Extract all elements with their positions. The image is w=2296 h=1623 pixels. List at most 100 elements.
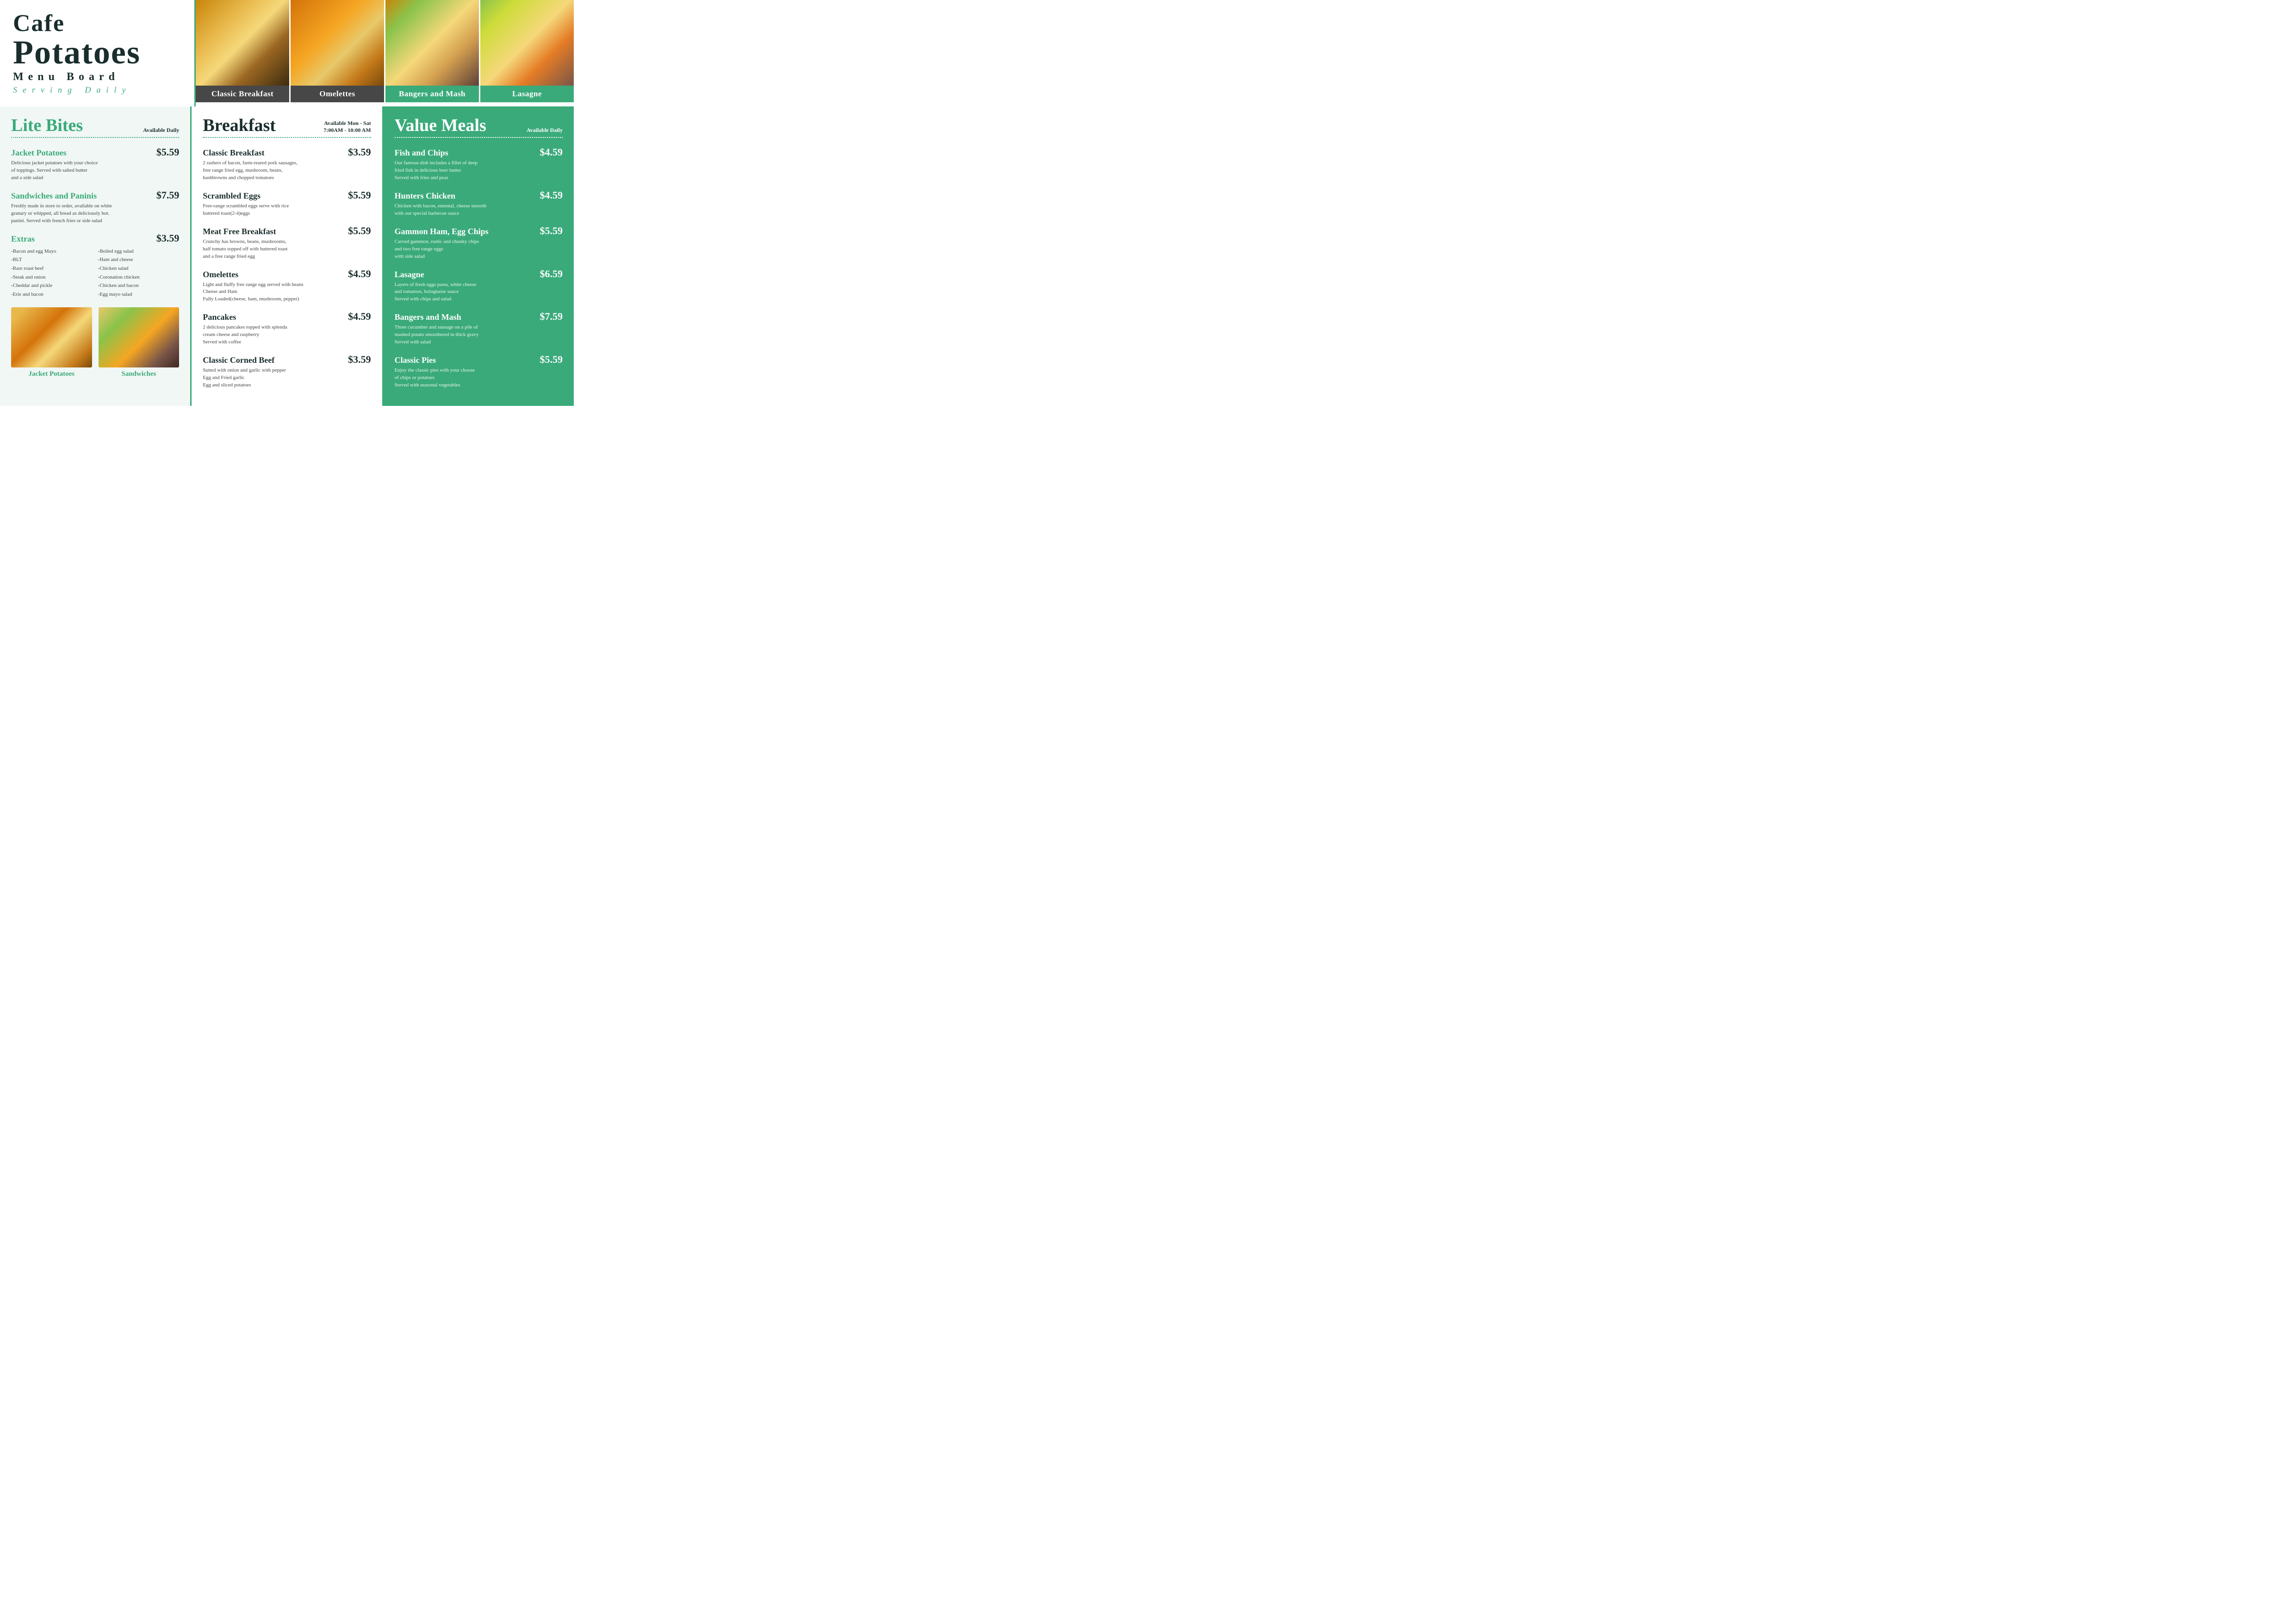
item-price-pancakes: $4.59: [348, 311, 371, 323]
breakfast-title: Breakfast: [203, 117, 276, 134]
menu-item-classic-pies: Classic Pies $5.59 Enjoy the classic pie…: [395, 354, 563, 389]
menu-item-hunters-chicken: Hunters Chicken $4.59 Chicken with bacon…: [395, 189, 563, 218]
value-meals-divider: [395, 137, 563, 138]
header-image-lasagne: [480, 0, 574, 86]
menu-item-fish-chips: Fish and Chips $4.59 Our famous dish inc…: [395, 146, 563, 182]
col-breakfast: Breakfast Available Mon - Sat 7:00AM - 1…: [192, 106, 383, 406]
breakfast-divider: [203, 137, 371, 138]
item-desc-classic-pies: Enjoy the classic pies with your chooseo…: [395, 367, 563, 389]
header-image-bangers: [385, 0, 479, 86]
item-price-extras: $3.59: [156, 232, 180, 244]
value-meals-title: Value Meals: [395, 117, 486, 134]
header-image-omelettes: [291, 0, 384, 86]
item-desc-sandwiches: Freshly made in store to order, availabl…: [11, 203, 179, 225]
lite-bites-header: Lite Bites Available Daily: [11, 117, 179, 134]
breakfast-avail: Available Mon - Sat 7:00AM - 10:00 AM: [323, 120, 371, 134]
item-name-classic-breakfast: Classic Breakfast: [203, 148, 264, 158]
item-name-pancakes: Pancakes: [203, 312, 236, 322]
header-panel-lasagne: Lasagne: [479, 0, 574, 106]
item-name-meat-free: Meat Free Breakfast: [203, 227, 276, 236]
item-price-scrambled-eggs: $5.59: [348, 189, 371, 201]
menu-item-bangers-mash: Bangers and Mash $7.59 Three cucumber an…: [395, 311, 563, 346]
header-panel-bangers: Bangers and Mash: [384, 0, 479, 106]
item-price-sandwiches: $7.59: [156, 189, 180, 201]
item-desc-corned-beef: Sutted with onion and garlic with pepper…: [203, 367, 371, 389]
menu-item-classic-breakfast: Classic Breakfast $3.59 2 rashers of bac…: [203, 146, 371, 182]
item-desc-fish-chips: Our famous dish includes a fillet of dee…: [395, 160, 563, 182]
menu-item-sandwiches: Sandwiches and Paninis $7.59 Freshly mad…: [11, 189, 179, 225]
item-name-hunters-chicken: Hunters Chicken: [395, 191, 456, 201]
item-desc-meat-free: Crunchy has browns, beans, mushrooms,hal…: [203, 238, 371, 261]
logo-line3: Menu Board: [13, 71, 181, 83]
menu-item-omelettes: Omelettes $4.59 Light and fluffy free ra…: [203, 268, 371, 304]
item-name-scrambled-eggs: Scrambled Eggs: [203, 191, 261, 201]
bottom-img-sandwich: Sandwiches: [99, 307, 180, 378]
item-name-corned-beef: Classic Corned Beef: [203, 355, 274, 365]
value-meals-header: Value Meals Available Daily: [395, 117, 563, 134]
item-name-classic-pies: Classic Pies: [395, 355, 436, 365]
col-value-meals: Value Meals Available Daily Fish and Chi…: [384, 106, 574, 406]
menu-item-gammon: Gammon Ham, Egg Chips $5.59 Carved gammo…: [395, 225, 563, 261]
item-price-meat-free: $5.59: [348, 225, 371, 237]
item-name-omelettes: Omelettes: [203, 270, 238, 280]
lite-bites-bottom-images: Jacket Potatoes Sandwiches: [11, 307, 179, 378]
value-meals-avail: Available Daily: [527, 127, 563, 134]
header-images: Classic Breakfast Omelettes Bangers and …: [196, 0, 574, 106]
item-desc-lasagne: Layers of fresh eggs pasta, white cheese…: [395, 281, 563, 304]
item-desc-scrambled-eggs: Free-range scrambled eggs serve with ric…: [203, 203, 371, 218]
bottom-label-sandwich: Sandwiches: [99, 370, 180, 378]
bottom-image-sandwich: [99, 307, 180, 367]
item-name-sandwiches: Sandwiches and Paninis: [11, 191, 97, 201]
header-label-bangers: Bangers and Mash: [385, 86, 479, 102]
main-content: Lite Bites Available Daily Jacket Potato…: [0, 106, 574, 406]
bottom-image-jacket: [11, 307, 92, 367]
item-desc-jacket-potatoes: Delicious jacket potatoes with your choi…: [11, 160, 179, 182]
header-label-classic-breakfast: Classic Breakfast: [196, 86, 289, 102]
menu-item-extras: Extras $3.59 -Bacon and egg Mayo-BLT-Rar…: [11, 232, 179, 299]
item-price-omelettes: $4.59: [348, 268, 371, 280]
menu-item-scrambled-eggs: Scrambled Eggs $5.59 Free-range scramble…: [203, 189, 371, 218]
menu-item-meat-free: Meat Free Breakfast $5.59 Crunchy has br…: [203, 225, 371, 261]
header: Cafe Potatoes Menu Board Serving Daily C…: [0, 0, 574, 106]
item-price-classic-pies: $5.59: [540, 354, 563, 366]
bottom-label-jacket: Jacket Potatoes: [11, 370, 92, 378]
item-desc-classic-breakfast: 2 rashers of bacon, farm-reared pork sau…: [203, 160, 371, 182]
breakfast-header: Breakfast Available Mon - Sat 7:00AM - 1…: [203, 117, 371, 134]
extras-col-1: -Bacon and egg Mayo-BLT-Rare roast beef-…: [11, 247, 93, 299]
lite-bites-title: Lite Bites: [11, 117, 83, 134]
item-price-bangers-mash: $7.59: [540, 311, 563, 323]
item-desc-omelettes: Light and fluffy free range egg served w…: [203, 281, 371, 304]
item-name-lasagne: Lasagne: [395, 270, 424, 280]
item-name-gammon: Gammon Ham, Egg Chips: [395, 227, 489, 236]
lite-bites-avail: Available Daily: [143, 127, 179, 134]
item-desc-bangers-mash: Three cucumber and sausage on a pile ofm…: [395, 324, 563, 346]
item-price-fish-chips: $4.59: [540, 146, 563, 158]
bottom-img-jacket: Jacket Potatoes: [11, 307, 92, 378]
item-desc-pancakes: 2 delicious pancakes topped with splenda…: [203, 324, 371, 346]
item-price-hunters-chicken: $4.59: [540, 189, 563, 201]
item-name-extras: Extras: [11, 234, 35, 244]
item-name-fish-chips: Fish and Chips: [395, 148, 448, 158]
item-desc-gammon: Carved gammon, rustic and chunky chipsan…: [395, 238, 563, 261]
item-price-jacket-potatoes: $5.59: [156, 146, 180, 158]
item-name-jacket-potatoes: Jacket Potatoes: [11, 148, 66, 158]
header-panel-classic-breakfast: Classic Breakfast: [196, 0, 289, 106]
item-name-bangers-mash: Bangers and Mash: [395, 312, 461, 322]
extras-list: -Bacon and egg Mayo-BLT-Rare roast beef-…: [11, 247, 179, 299]
item-price-gammon: $5.59: [540, 225, 563, 237]
header-label-lasagne: Lasagne: [480, 86, 574, 102]
logo-line1: Cafe: [13, 12, 181, 36]
item-price-corned-beef: $3.59: [348, 354, 371, 366]
col-lite-bites: Lite Bites Available Daily Jacket Potato…: [0, 106, 192, 406]
extras-col-2: -Boiled egg salad-Ham and cheese-Chicken…: [98, 247, 180, 299]
header-panel-omelettes: Omelettes: [289, 0, 384, 106]
menu-item-pancakes: Pancakes $4.59 2 delicious pancakes topp…: [203, 311, 371, 346]
menu-item-lasagne: Lasagne $6.59 Layers of fresh eggs pasta…: [395, 268, 563, 304]
item-price-lasagne: $6.59: [540, 268, 563, 280]
item-desc-hunters-chicken: Chicken with bacon, emental, cheese smoo…: [395, 203, 563, 218]
menu-item-corned-beef: Classic Corned Beef $3.59 Sutted with on…: [203, 354, 371, 389]
logo-line2: Potatoes: [13, 36, 181, 69]
header-image-classic-breakfast: [196, 0, 289, 86]
menu-item-jacket-potatoes: Jacket Potatoes $5.59 Delicious jacket p…: [11, 146, 179, 182]
header-label-omelettes: Omelettes: [291, 86, 384, 102]
